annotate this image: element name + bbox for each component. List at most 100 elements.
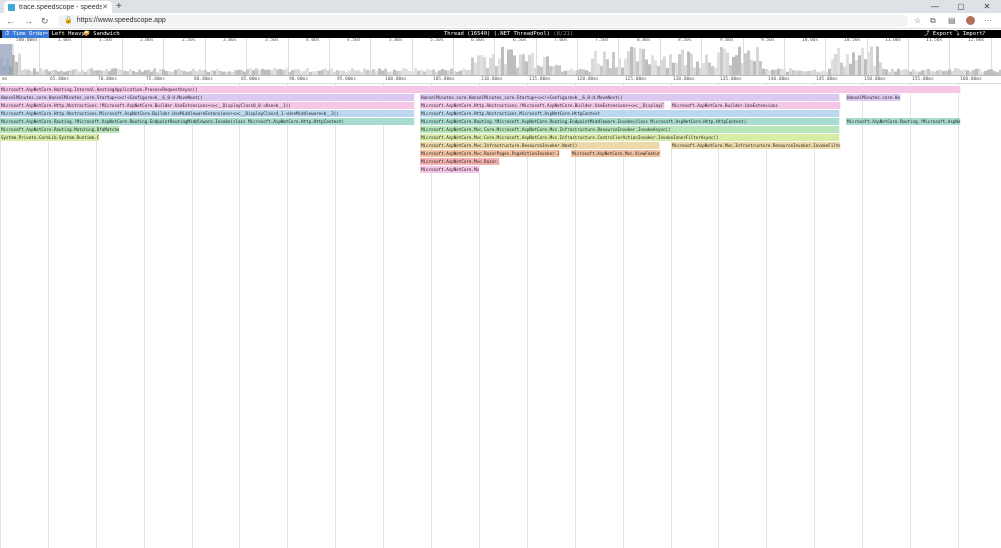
minimap-density-bar (954, 68, 957, 75)
flamegraph-frame[interactable]: Microsoft.AspNetCore.Mvc.Infrastructure.… (671, 142, 841, 149)
flamegraph-frame[interactable]: HanselMinutes.core.HanselMinutes_core.St… (420, 94, 840, 101)
thread-selector[interactable]: Thread (16540) (.NET ThreadPool) (8/21) (444, 30, 573, 38)
minimap-density-bar (519, 54, 522, 75)
browser-tab[interactable]: trace.speedscope - speedscope ✕ (4, 1, 112, 13)
flamegraph-canvas[interactable]: ms 65.00ms 70.00ms 75.00ms 80.00ms 85.00ms 90.… (0, 76, 1001, 548)
minimap-density-bar (330, 68, 333, 75)
minimap-density-bar (324, 68, 327, 75)
minimap-density-bar (279, 68, 282, 75)
minimize-window-button[interactable]: — (922, 0, 948, 13)
minimap-density-bar (489, 57, 492, 75)
minimap-density-bar (294, 69, 297, 75)
flamegraph-frame[interactable]: Microsoft.AspNetCore.Mvc.ViewFeatures.Vi… (571, 150, 661, 157)
flamegraph-frame[interactable]: Microsoft.AspNetCore.Http.Abstractions.M… (0, 110, 415, 117)
minimap-density-bar (735, 55, 738, 75)
maximize-window-button[interactable]: ▢ (948, 0, 974, 13)
close-tab-icon[interactable]: ✕ (102, 3, 108, 11)
minimap-density-bar (129, 69, 132, 75)
ruler-tick-label: 100.00ms (385, 77, 407, 82)
minimap-density-bar (87, 69, 90, 75)
minimap-density-bar (870, 46, 873, 75)
flamegraph-frame[interactable]: HanselMinutes.core.HanselMinutes.Startup… (846, 94, 901, 101)
minimap-density-bar (273, 68, 276, 75)
minimap-density-bar (678, 54, 681, 75)
minimap-density-bar (33, 68, 36, 75)
minimap-density-bar (837, 47, 840, 75)
speedscope-toolbar: ⏱ Time Order ⬅ Left Heavy 🥪 Sandwich Thr… (0, 30, 1001, 45)
flamegraph-frame[interactable]: Microsoft.AspNetCore.Builder.UseExtensio… (671, 102, 841, 109)
flamegraph-frame[interactable]: Microsoft.AspNetCore.Mvc.Core.Microsoft.… (420, 134, 840, 141)
flamegraph-frame[interactable]: Microsoft.AspNetCore.Mvc.Infrastructure.… (420, 142, 660, 149)
minimap-density-bar (759, 61, 762, 75)
minimap-density-bar (732, 56, 735, 75)
minimap-density-bar (669, 54, 672, 75)
flamegraph-frame[interactable]: Microsoft.AspNetCore.Routing.!Microsoft.… (420, 118, 840, 125)
browser-address-toolbar: ← → ↻ 🔒 https://www.speedscope.app ☆ ⧉ ▤ … (0, 13, 1001, 29)
minimap-density-bar (681, 49, 684, 75)
flamegraph-minimap[interactable]: 500.00ms 1.00s 1.50s 2.00s 2.50s 3.00s 3.50s 4.… (0, 38, 1001, 76)
minimap-density-bar (927, 68, 930, 75)
minimap-density-bar (633, 47, 636, 75)
close-window-button[interactable]: ✕ (974, 0, 1000, 13)
ruler-gridline (0, 76, 1, 548)
ruler-gridline (910, 76, 911, 548)
profile-avatar[interactable] (966, 16, 975, 25)
minimap-density-bar (876, 46, 879, 75)
minimap-density-bar (474, 62, 477, 75)
minimap-density-bar (636, 61, 639, 75)
minimap-viewport-selection[interactable] (0, 44, 14, 75)
minimap-density-bar (765, 68, 768, 75)
minimap-density-bar (618, 58, 621, 75)
flamegraph-frame[interactable]: Microsoft.AspNetCore.Mvc.Razor.RazorView… (420, 158, 500, 165)
flamegraph-frame[interactable]: HanselMinutes.core.HanselMinutes_core.St… (0, 94, 415, 101)
minimap-density-bar (45, 69, 48, 75)
back-arrow-icon[interactable]: ← (6, 15, 15, 27)
minimap-density-bar (114, 68, 117, 75)
minimap-density-bar (543, 57, 546, 75)
reload-icon[interactable]: ↻ (41, 15, 49, 27)
forward-arrow-icon[interactable]: → (24, 15, 33, 27)
flamegraph-frame[interactable]: Microsoft.AspNetCore.Hosting.Internal.Ho… (0, 86, 961, 93)
minimap-density-bar (753, 61, 756, 75)
ruler-tick-label: 160.00ms (960, 77, 982, 82)
minimap-density-bar (483, 57, 486, 75)
ruler-tick-label: 155.00ms (912, 77, 934, 82)
collections-icon[interactable]: ▤ (948, 15, 956, 27)
minimap-density-bar (261, 68, 264, 75)
flamegraph-frame[interactable]: Microsoft.AspNetCore.Mvc.RazorPages.Page… (420, 150, 560, 157)
flamegraph-frame[interactable]: Microsoft.AspNetCore.Http.Abstractions.!… (420, 102, 665, 109)
url-text: https://www.speedscope.app (76, 17, 166, 24)
flamegraph-frame[interactable]: Microsoft.AspNetCore.Mvc.Core.Microsoft.… (420, 126, 840, 133)
flamegraph-frame[interactable]: Microsoft.AspNetCore.Http.Abstractions.M… (420, 110, 840, 117)
new-tab-button[interactable]: + (116, 1, 122, 12)
minimap-density-bar (840, 62, 843, 75)
minimap-density-bar (828, 68, 831, 75)
minimap-density-bar (153, 68, 156, 75)
minimap-density-bar (834, 54, 837, 75)
minimap-density-bar (507, 49, 510, 75)
minimap-density-bar (615, 67, 618, 75)
flamegraph-frame[interactable]: System.Private.CoreLib.System.Runtime.Co… (0, 134, 100, 141)
browser-menu-icon[interactable]: ⋯ (984, 15, 992, 27)
minimap-density-bar (843, 66, 846, 75)
help-button[interactable]: ? Help (979, 30, 1001, 45)
lock-icon: 🔒 (64, 17, 73, 24)
url-input[interactable]: 🔒 https://www.speedscope.app (58, 15, 908, 27)
minimap-density-bar (612, 52, 615, 75)
minimap-density-bar (711, 65, 714, 75)
flamegraph-frame[interactable]: Microsoft.AspNetCore.Routing.Matching.Df… (0, 126, 120, 133)
minimap-density-bar (762, 68, 765, 75)
extensions-icon[interactable]: ⧉ (930, 15, 936, 27)
minimap-density-bar (702, 63, 705, 75)
flamegraph-frame[interactable]: Microsoft.AspNetCore.Mvc.Razor.RazorPage… (420, 166, 480, 173)
flamegraph-frame[interactable]: Microsoft.AspNetCore.Routing.!Microsoft.… (846, 118, 961, 125)
minimap-density-bar (897, 68, 900, 75)
flamegraph-frame[interactable]: Microsoft.AspNetCore.Routing.!Microsoft.… (0, 118, 415, 125)
flamegraph-frame[interactable]: Microsoft.AspNetCore.Http.Abstractions.!… (0, 102, 415, 109)
ruler-tick-label: 95.00ms (337, 77, 356, 82)
minimap-density-bar (297, 69, 300, 75)
bookmark-star-icon[interactable]: ☆ (914, 15, 921, 27)
minimap-density-bar (912, 69, 915, 75)
tab-sandwich[interactable]: 🥪 Sandwich (80, 30, 123, 38)
minimap-density-bar (858, 55, 861, 75)
